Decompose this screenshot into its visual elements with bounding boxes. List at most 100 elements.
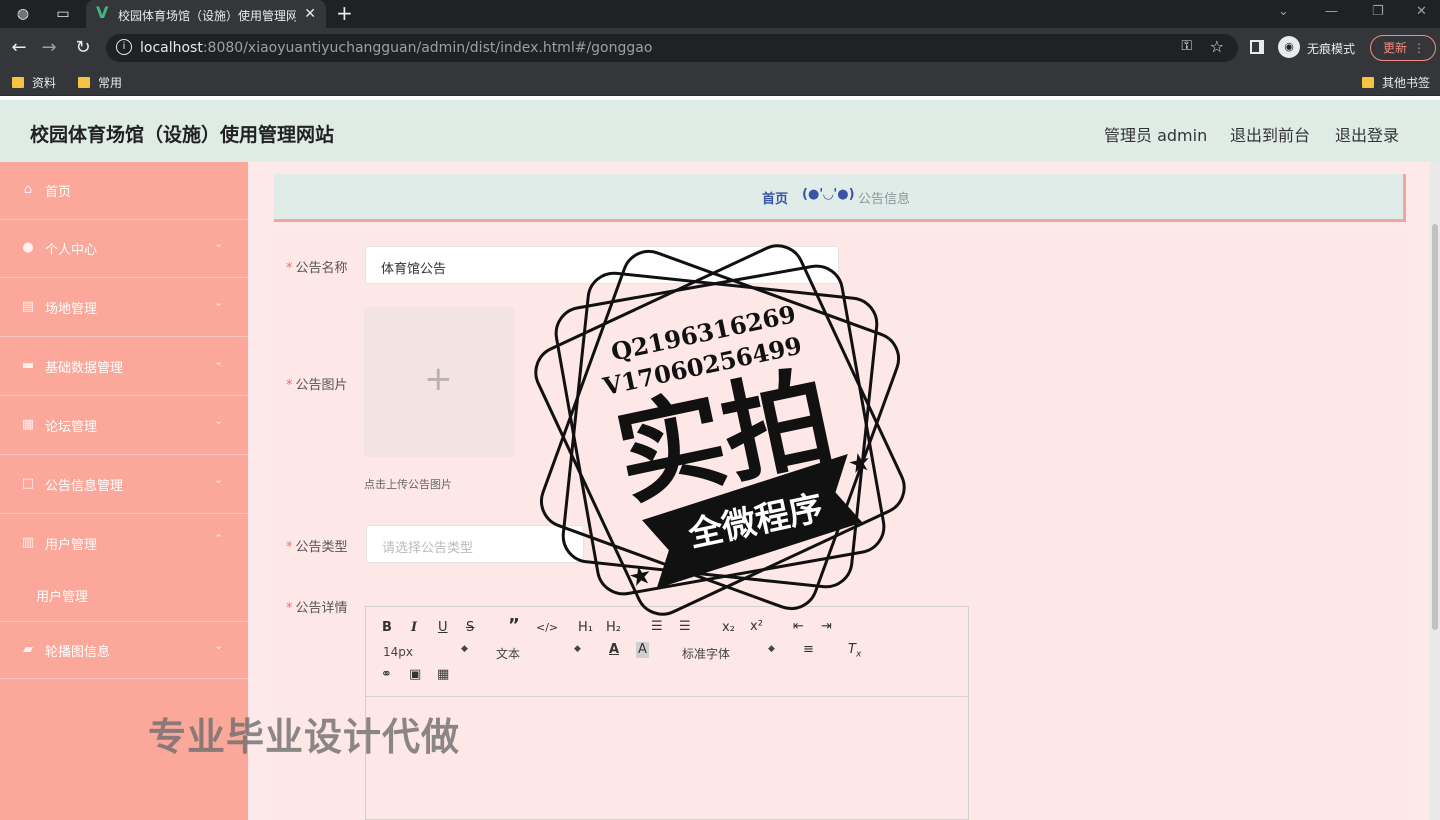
tab-title: 校园体育场馆（设施）使用管理网站 [118,9,296,23]
format-select[interactable]: 文本 ◆ [496,644,581,662]
document-icon: ▤ [21,299,35,314]
watermark-text: 专业毕业设计代做 [148,715,461,759]
sidebar-item-label: 轮播图信息 [45,645,111,660]
breadcrumb-home[interactable]: 首页 [762,188,788,207]
chevron-down-icon: ⌄ [214,237,224,250]
other-bookmarks[interactable]: 其他书签 [1362,74,1430,91]
plus-icon: + [424,359,453,399]
update-button[interactable]: 更新 ⋮ [1370,35,1436,61]
notice-type-label: * 公告类型 [286,540,348,555]
admin-user-label: 管理员 admin [1104,126,1208,145]
tab-active[interactable]: V 校园体育场馆（设施）使用管理网站 ✕ [86,0,326,28]
square-icon: □ [21,476,35,491]
font-color-icon[interactable]: A [609,642,619,658]
info-icon[interactable]: i [116,39,132,55]
tab-close-icon[interactable]: ✕ [304,5,316,23]
strikethrough-icon[interactable]: S [466,620,474,636]
browser-tabbar: ◍ ▭ V 校园体育场馆（设施）使用管理网站 ✕ + ⌄ — ❐ ✕ [0,0,1440,28]
notice-image-label: * 公告图片 [286,378,348,393]
sidebar-subitem-users[interactable]: 用户管理 [0,572,248,618]
sidebar-item-venue[interactable]: ▤ 场地管理 ⌄ [0,279,248,337]
minimize-icon[interactable]: — [1325,4,1338,19]
omnibox[interactable]: i localhost:8080/xiaoyuantiyuchangguan/a… [106,34,1238,62]
sidebar-item-base-data[interactable]: ▬ 基础数据管理 ⌄ [0,338,248,396]
underline-icon[interactable]: U [438,620,448,636]
select-caret-icon: ◆ [461,644,468,654]
notice-name-label: * 公告名称 [286,261,348,276]
bookmark-folder[interactable]: 常用 [78,74,122,91]
star-icon: ★ [626,560,655,594]
sidebar-item-notice[interactable]: □ 公告信息管理 ⌄ [0,456,248,514]
reload-icon[interactable]: ↻ [72,37,94,59]
logout-link[interactable]: 退出登录 [1335,122,1399,146]
star-icon[interactable]: ☆ [1210,37,1224,56]
image-upload[interactable]: + [364,307,514,457]
address-bar: ← → ↻ i localhost:8080/xiaoyuantiyuchang… [0,28,1440,68]
incognito-icon[interactable]: ◉ [1278,36,1300,58]
sidebar-item-label: 用户管理 [45,538,98,553]
font-size-select[interactable]: 14px ◆ [383,644,468,659]
url-text[interactable]: localhost:8080/xiaoyuantiyuchangguan/adm… [140,40,652,56]
chevron-down-icon[interactable]: ⌄ [1278,4,1289,19]
italic-icon[interactable]: I [411,620,417,636]
vue-favicon-icon: V [96,3,109,22]
link-icon[interactable]: ⚭ [381,667,392,683]
restore-icon[interactable]: ❐ [1372,4,1384,19]
bookmarks-bar: 资料 常用 其他书签 [0,68,1440,96]
chevron-down-icon: ⌄ [214,296,224,309]
forward-icon[interactable]: → [38,37,60,59]
new-tab-icon[interactable]: + [336,2,353,24]
video-icon[interactable]: ▦ [437,667,449,683]
sidebar-item-label: 论坛管理 [45,420,98,435]
sidebar-item-label: 个人中心 [45,243,98,258]
chevron-down-icon: ⌄ [214,473,224,486]
side-panel-icon[interactable] [1250,40,1264,54]
back-to-front-link[interactable]: 退出到前台 [1230,122,1310,146]
tab-search-icon[interactable]: ▭ [54,5,72,23]
clear-format-icon[interactable]: Tx [848,642,861,663]
scrollbar-thumb[interactable] [1432,224,1438,630]
folder-icon [78,77,90,88]
sidebar-item-label: 公告信息管理 [45,479,124,494]
sidebar-item-users[interactable]: ▥ 用户管理 ⌃ [0,515,248,573]
site-header: 校园体育场馆（设施）使用管理网站 管理员 admin 退出到前台 退出登录 [0,100,1440,162]
briefcase-icon: ▰ [23,642,33,657]
chevron-down-icon: ⌄ [214,639,224,652]
site-title: 校园体育场馆（设施）使用管理网站 [30,124,335,146]
notice-detail-label: * 公告详情 [286,601,348,616]
bookmark-folder[interactable]: 资料 [12,74,56,91]
select-caret-icon: ◆ [768,644,775,654]
breadcrumb-current: 公告信息 [858,192,911,207]
back-icon[interactable]: ← [8,37,30,59]
close-window-icon[interactable]: ✕ [1416,4,1427,19]
incognito-label: 无痕模式 [1307,42,1356,56]
folder-icon [1362,77,1374,88]
font-family-select[interactable]: 标准字体 ◆ [682,644,775,662]
sidebar-item-carousel[interactable]: ▰ 轮播图信息 ⌄ [0,621,248,679]
user-icon: ● [22,240,34,255]
background-color-icon[interactable]: A [636,642,649,658]
sidebar-item-home[interactable]: ⌂ 首页 [0,162,248,220]
globe-icon[interactable]: ◍ [14,5,32,23]
breadcrumb: 首页 (●'◡'●) 公告信息 [274,174,1406,222]
breadcrumb-separator: (●'◡'●) [802,187,855,202]
chevron-up-icon: ⌃ [214,532,224,545]
home-icon: ⌂ [23,182,33,197]
ticket-icon: ▬ [21,358,35,373]
sidebar-item-forum[interactable]: ▦ 论坛管理 ⌄ [0,397,248,455]
folder-icon [12,77,24,88]
more-icon: ⋮ [1413,41,1425,55]
sidebar-item-label: 场地管理 [45,302,98,317]
align-icon[interactable]: ≡ [803,642,814,658]
blockquote-icon[interactable]: ” [508,617,520,635]
sidebar-item-label: 首页 [45,185,72,200]
upload-hint: 点击上传公告图片 [364,478,452,491]
stamp-overlay: Q2196316269 V17060256499 实拍 全微程序 ★ ★ [534,244,906,616]
select-caret-icon: ◆ [574,644,581,654]
key-icon[interactable]: ⚿ [1181,38,1192,54]
sidebar-item-personal-center[interactable]: ● 个人中心 ⌄ [0,220,248,278]
bold-icon[interactable]: B [382,620,392,636]
image-icon[interactable]: ▣ [409,667,421,683]
grid-icon: ▦ [21,417,35,432]
bar-chart-icon: ▥ [21,535,35,550]
